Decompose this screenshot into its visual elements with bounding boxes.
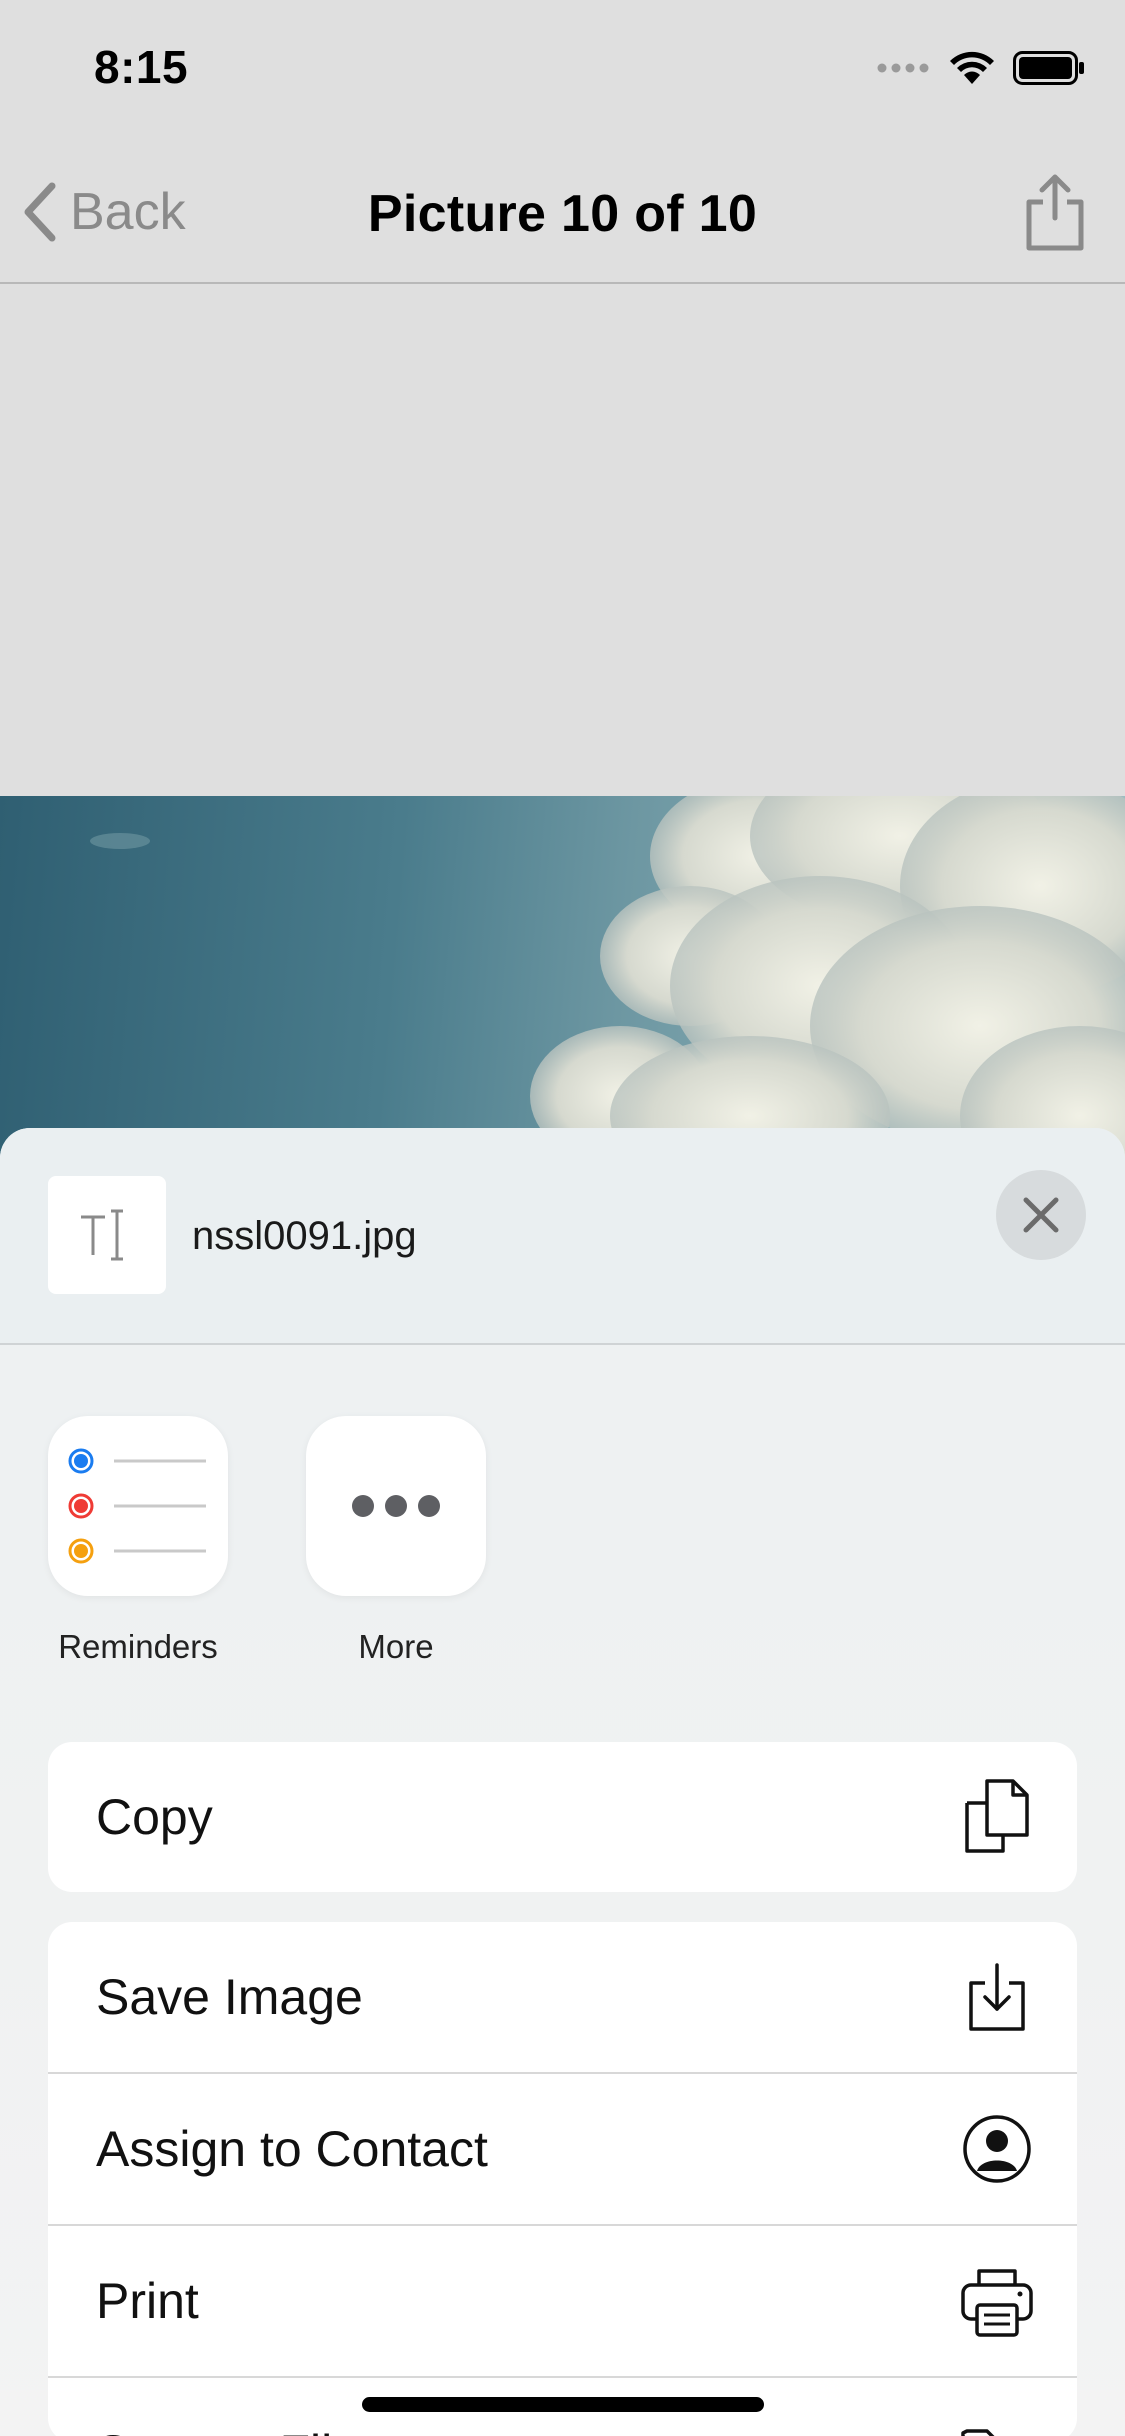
reminders-tile[interactable] xyxy=(48,1416,228,1596)
status-time: 8:15 xyxy=(94,41,189,93)
cloud-photo xyxy=(90,796,1125,1156)
app-label-more: More xyxy=(358,1628,434,1665)
share-sheet: nssl0091.jpg Reminders More Copy Save Im… xyxy=(0,1128,1125,2436)
folder-icon xyxy=(961,2429,995,2436)
copy-action[interactable]: Copy xyxy=(48,1742,1077,1892)
home-indicator[interactable] xyxy=(362,2397,764,2412)
wifi-icon xyxy=(950,51,994,84)
text-file-icon xyxy=(81,1209,123,1261)
assign-contact-action[interactable]: Assign to Contact xyxy=(48,2072,1077,2224)
signal-icon xyxy=(877,63,929,73)
file-thumbnail xyxy=(48,1176,166,1294)
copy-label: Copy xyxy=(96,1789,213,1845)
contact-icon xyxy=(963,2115,1031,2183)
status-bar: 8:15 xyxy=(0,0,1125,140)
share-sheet-header: nssl0091.jpg xyxy=(0,1128,1125,1345)
share-button[interactable] xyxy=(1015,172,1095,252)
save-image-label: Save Image xyxy=(96,1969,363,2025)
actions-group: Save Image Assign to Contact Print xyxy=(48,1922,1077,2436)
copy-icon xyxy=(965,1779,1029,1853)
copy-group: Copy xyxy=(48,1742,1077,1892)
page-title: Picture 10 of 10 xyxy=(367,185,758,243)
reminders-icon xyxy=(68,1448,206,1564)
save-image-icon xyxy=(969,1963,1025,2031)
more-tile[interactable] xyxy=(306,1416,486,1596)
print-icon xyxy=(961,2269,1033,2337)
share-icon xyxy=(1026,174,1084,251)
photo-image xyxy=(0,796,1125,1156)
file-name: nssl0091.jpg xyxy=(192,1214,417,1258)
more-icon xyxy=(352,1495,440,1517)
save-image-action[interactable]: Save Image xyxy=(48,1922,1077,2072)
status-icons xyxy=(877,48,1085,88)
close-icon xyxy=(1023,1197,1059,1233)
app-reminders[interactable]: Reminders xyxy=(48,1416,228,1665)
navigation-bar: Back Picture 10 of 10 xyxy=(0,140,1125,284)
assign-contact-label: Assign to Contact xyxy=(96,2121,488,2177)
app-label-reminders: Reminders xyxy=(58,1628,218,1665)
close-button[interactable] xyxy=(996,1170,1086,1260)
print-action[interactable]: Print xyxy=(48,2224,1077,2376)
save-to-files-label: Save to Files xyxy=(96,2424,385,2436)
print-label: Print xyxy=(96,2273,199,2329)
battery-icon xyxy=(1013,51,1084,85)
app-more[interactable]: More xyxy=(306,1416,486,1665)
